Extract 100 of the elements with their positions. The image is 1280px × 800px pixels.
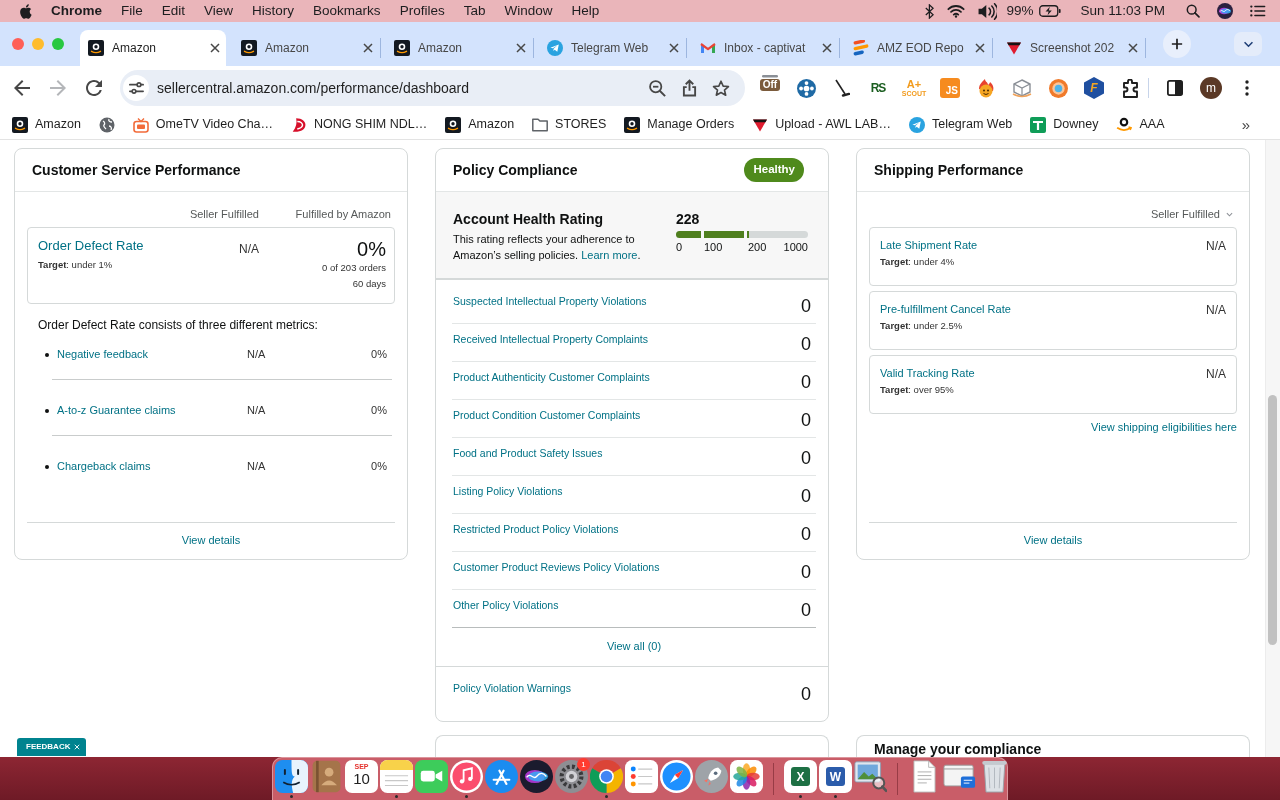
menu-item[interactable]: Bookmarks xyxy=(313,2,381,20)
extension-button[interactable]: RS xyxy=(864,80,892,96)
battery-icon[interactable] xyxy=(1039,5,1062,17)
checklist-app-icon[interactable] xyxy=(625,760,658,793)
metric-link[interactable]: Negative feedback xyxy=(57,348,247,362)
share-icon[interactable] xyxy=(681,79,697,97)
close-icon[interactable] xyxy=(210,43,220,53)
volume-icon[interactable] xyxy=(978,2,998,20)
browser-tab[interactable]: AMZ EOD Repo xyxy=(845,30,991,66)
bookmark[interactable]: Upload - AWL LAB… xyxy=(752,116,891,133)
extensions-puzzle-icon[interactable] xyxy=(1121,78,1139,98)
view-all-link[interactable]: View all (0) xyxy=(606,640,662,654)
bookmark[interactable]: STORES xyxy=(532,116,607,133)
violation-link[interactable]: Product Condition Customer Complaints xyxy=(453,408,641,422)
list-icon[interactable] xyxy=(1250,5,1266,17)
metric-link[interactable]: Valid Tracking Rate xyxy=(880,366,975,380)
metric-link[interactable]: Chargeback claims xyxy=(57,460,247,474)
close-icon[interactable] xyxy=(669,43,679,53)
feedback-button[interactable]: FEEDBACK xyxy=(17,738,87,756)
reload-icon[interactable] xyxy=(86,80,102,96)
word-processor-app-icon[interactable]: W xyxy=(819,760,852,793)
violation-link[interactable]: Other Policy Violations xyxy=(453,598,559,612)
bookmark[interactable]: Manage Orders xyxy=(624,116,735,133)
apple-menu-icon[interactable] xyxy=(20,3,32,19)
menu-item[interactable]: File xyxy=(121,2,143,20)
metric-link[interactable]: Late Shipment Rate xyxy=(880,238,978,252)
more-bookmarks-button[interactable]: » xyxy=(1241,115,1250,134)
side-panel-icon[interactable] xyxy=(1167,80,1183,96)
bookmark[interactable]: Amazon xyxy=(12,116,81,133)
globe-icon[interactable] xyxy=(98,116,115,133)
close-icon[interactable] xyxy=(822,43,832,53)
bookmark[interactable]: Downey xyxy=(1030,116,1099,133)
bookmark[interactable]: AAA xyxy=(1116,116,1165,133)
siri-orb-icon[interactable] xyxy=(1217,3,1233,19)
violation-link[interactable]: Restricted Product Policy Violations xyxy=(453,522,619,536)
browser-wheel-app-icon[interactable] xyxy=(590,760,623,793)
zoom-out-icon[interactable] xyxy=(648,79,666,97)
bluetooth-icon[interactable] xyxy=(925,3,935,19)
close-icon[interactable] xyxy=(363,43,373,53)
eligibility-link[interactable]: View shipping eligibilities here xyxy=(1091,421,1237,433)
notepad-app-icon[interactable] xyxy=(380,760,413,793)
extension-button[interactable]: F xyxy=(1084,77,1104,99)
metric-link[interactable]: Order Defect Rate xyxy=(38,238,149,254)
violation-link[interactable]: Received Intellectual Property Complaints xyxy=(453,332,648,346)
browser-tab[interactable]: Inbox - captivat xyxy=(692,30,838,66)
music-note-app-icon[interactable] xyxy=(450,760,483,793)
browser-tab[interactable]: Amazon xyxy=(80,30,226,66)
smiling-face-app-icon[interactable] xyxy=(275,760,308,793)
spreadsheet-app-icon[interactable]: X xyxy=(784,760,817,793)
metric-link[interactable]: Pre-fulfillment Cancel Rate xyxy=(880,302,1011,316)
flame-face-icon[interactable] xyxy=(977,78,995,98)
star-icon[interactable] xyxy=(712,79,730,97)
browser-tab[interactable]: Amazon xyxy=(386,30,532,66)
bookmark[interactable]: NONG SHIM NDL… xyxy=(291,116,428,133)
browser-tab[interactable]: Screenshot 202 xyxy=(998,30,1144,66)
cube-icon[interactable] xyxy=(1012,78,1032,98)
new-tab-button[interactable] xyxy=(1163,30,1191,58)
violation-link[interactable]: Food and Product Safety Issues xyxy=(453,446,603,460)
compass-app-icon[interactable] xyxy=(660,760,693,793)
bookmark[interactable]: Amazon xyxy=(445,116,515,133)
gear-app-icon[interactable] xyxy=(555,760,588,793)
extension-button[interactable]: Off xyxy=(756,74,784,102)
close-icon[interactable] xyxy=(1128,43,1138,53)
flower-app-icon[interactable] xyxy=(730,760,763,793)
menu-icon[interactable] xyxy=(1245,80,1249,96)
menu-item[interactable]: Edit xyxy=(161,2,186,20)
wheel-icon[interactable] xyxy=(796,78,816,98)
browser-tab[interactable]: Amazon xyxy=(233,30,379,66)
view-details-link[interactable]: View details xyxy=(1023,534,1083,548)
voice-orb-app-icon[interactable] xyxy=(520,760,553,793)
metric-link[interactable]: A-to-z Guarantee claims xyxy=(57,404,247,418)
app-store-icon[interactable] xyxy=(485,760,518,793)
wifi-icon[interactable] xyxy=(947,4,966,18)
back-arrow-icon[interactable] xyxy=(14,80,30,96)
browser-tab[interactable]: Telegram Web xyxy=(539,30,685,66)
search-icon[interactable] xyxy=(1186,4,1200,18)
violation-link[interactable]: Customer Product Reviews Policy Violations xyxy=(453,560,660,574)
violation-link[interactable]: Suspected Intellectual Property Violations xyxy=(453,294,647,308)
app-menu[interactable]: Chrome xyxy=(51,2,102,20)
violation-link[interactable]: Product Authenticity Customer Complaints xyxy=(453,370,650,384)
menu-clock[interactable]: Sun 11:03 PM xyxy=(1080,2,1165,20)
close-icon[interactable] xyxy=(975,43,985,53)
video-camera-app-icon[interactable] xyxy=(415,760,448,793)
menu-item[interactable]: View xyxy=(204,2,234,20)
violation-link[interactable]: Listing Policy Violations xyxy=(453,484,563,498)
address-bar[interactable]: sellercentral.amazon.com/performance/dashboard xyxy=(120,70,745,106)
menu-item[interactable]: Window xyxy=(504,2,553,20)
view-details-link[interactable]: View details xyxy=(181,534,241,548)
menu-item[interactable]: Help xyxy=(571,2,600,20)
fulfillment-dropdown[interactable]: Seller Fulfilled xyxy=(1150,207,1233,221)
broom-icon[interactable] xyxy=(834,79,850,97)
site-settings-button[interactable] xyxy=(123,75,149,101)
orb-icon[interactable] xyxy=(1048,78,1068,98)
bookmark[interactable]: OmeTV Video Cha… xyxy=(132,116,274,133)
tab-search-button[interactable] xyxy=(1234,32,1262,56)
menu-item[interactable]: History xyxy=(252,2,295,20)
menu-item[interactable]: Tab xyxy=(463,2,486,20)
profile-avatar[interactable]: m xyxy=(1200,77,1222,99)
rocket-app-icon[interactable] xyxy=(695,760,728,793)
bookmark[interactable]: Telegram Web xyxy=(908,116,1013,133)
